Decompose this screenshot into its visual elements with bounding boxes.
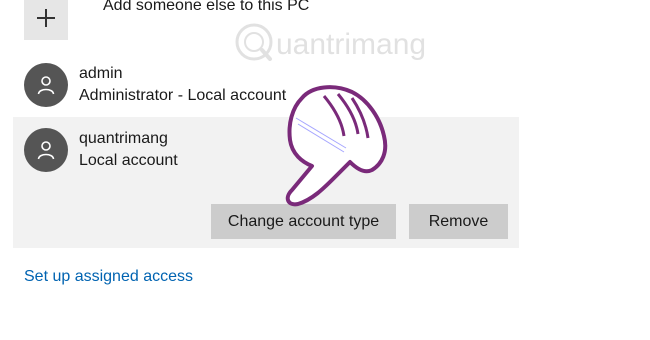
account-type: Local account (79, 152, 178, 169)
account-admin[interactable]: admin Administrator - Local account (24, 63, 286, 107)
set-up-assigned-access-link[interactable]: Set up assigned access (24, 268, 193, 286)
person-icon (37, 76, 55, 95)
add-someone-row[interactable]: Add someone else to this PC (24, 0, 309, 40)
account-name: quantrimang (79, 130, 168, 147)
add-someone-label: Add someone else to this PC (103, 0, 310, 14)
pointing-hand-icon (285, 85, 388, 207)
avatar (24, 63, 68, 107)
add-tile[interactable] (24, 0, 68, 40)
svg-text:uantrimang: uantrimang (276, 28, 426, 61)
account-quantrimang[interactable]: quantrimang Local account (24, 128, 178, 172)
change-account-type-button[interactable]: Change account type (211, 204, 396, 239)
avatar (24, 128, 68, 172)
account-type: Administrator - Local account (79, 87, 287, 104)
person-icon (37, 141, 55, 160)
watermark-logo: uantrimang (235, 23, 426, 61)
remove-button[interactable]: Remove (409, 204, 508, 239)
